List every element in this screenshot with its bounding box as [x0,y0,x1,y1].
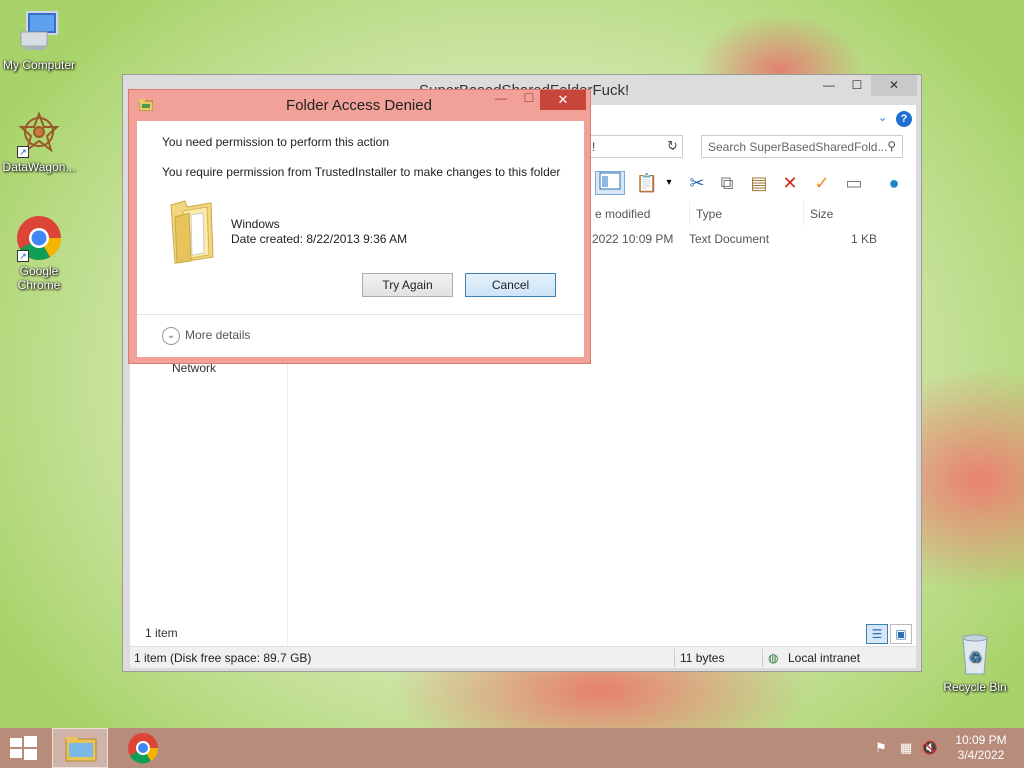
start-button[interactable] [8,734,38,762]
taskbar-clock[interactable]: 10:09 PM 3/4/2022 [944,733,1018,763]
chevron-down-icon[interactable]: ⌄ [162,327,180,345]
taskbar-file-explorer[interactable] [52,728,108,768]
cancel-button[interactable]: Cancel [465,273,556,297]
folder-access-denied-dialog[interactable]: Folder Access Denied — ☐ ✕ You need perm… [128,89,591,364]
dialog-close-button[interactable]: ✕ [540,90,586,110]
dialog-maximize-button[interactable]: ☐ [515,91,543,111]
dialog-message-secondary: You require permission from TrustedInsta… [162,165,561,179]
column-type[interactable]: Type [689,201,801,225]
desktop-icon-recycle-bin[interactable]: ♻ Recycle Bin [936,630,1014,694]
taskbar-chrome[interactable] [115,728,171,768]
search-placeholder: Search SuperBasedSharedFold... [708,140,888,154]
properties-icon[interactable]: 📋 [635,171,659,195]
status-separator [762,649,763,667]
dropdown-icon[interactable]: ▾ [657,171,681,195]
delete-icon[interactable]: ✕ [778,171,802,195]
shortcut-arrow-icon: ↗ [17,146,29,158]
svg-text:♻: ♻ [969,649,982,665]
taskbar: ⚑ ▦ 🔇 10:09 PM 3/4/2022 [0,728,1024,768]
dialog-divider [137,314,584,315]
dialog-body: You need permission to perform this acti… [137,121,584,357]
desktop-icon-label: Google Chrome [17,264,61,292]
rename-icon[interactable]: ▭ [842,171,866,195]
paste-icon[interactable]: ▤ [747,171,771,195]
row-type: Text Document [689,232,770,246]
action-center-flag-icon[interactable]: ⚑ [872,740,890,756]
desktop-icon-chrome[interactable]: ↗ Google Chrome [0,214,78,292]
status-disk-space: 1 item (Disk free space: 89.7 GB) [134,651,312,665]
minimize-button[interactable]: — [815,75,843,96]
computer-icon [15,8,63,56]
file-explorer-icon [65,737,97,762]
address-value: ! [592,140,596,154]
close-button[interactable]: ✕ [871,75,917,96]
clock-time: 10:09 PM [955,733,1007,747]
network-icon[interactable]: ▦ [897,740,915,756]
desktop-icon-label: My Computer [2,58,76,72]
check-icon[interactable]: ✓ [810,171,834,195]
help-icon[interactable]: ? [896,111,912,127]
preview-pane-icon[interactable] [595,171,625,195]
folder-name: Windows [231,217,280,231]
details-view-icon[interactable]: ☰ [866,624,888,644]
recycle-bin-icon: ♻ [951,630,999,678]
cut-icon[interactable]: ✂ [685,171,709,195]
globe-icon[interactable]: ● [882,171,906,195]
dialog-minimize-button[interactable]: — [487,91,515,111]
column-date-modified[interactable]: e modified [595,201,683,225]
volume-muted-icon[interactable]: 🔇 [921,740,939,756]
chrome-icon [128,733,159,764]
expand-ribbon-icon[interactable]: ⌄ [878,111,887,124]
folder-date-created: Date created: 8/22/2013 9:36 AM [231,232,408,246]
more-details-label: More details [185,328,251,343]
search-input[interactable]: Search SuperBasedSharedFold... ⚲ [701,135,903,158]
dialog-message-primary: You need permission to perform this acti… [162,135,390,149]
search-icon[interactable]: ⚲ [887,139,896,153]
windows-logo-icon [10,736,37,760]
datawagon-icon: ↗ [15,110,63,158]
network-zone-icon: ◍ [768,651,779,665]
clock-date: 3/4/2022 [957,748,1005,762]
maximize-button[interactable]: ☐ [843,75,871,96]
status-zone: Local intranet [788,651,861,665]
desktop-icon-label: Recycle Bin [943,680,1007,694]
desktop-icon-datawagon[interactable]: ↗ DataWagon... [0,110,78,174]
item-count: 1 item [145,626,178,640]
try-again-button[interactable]: Try Again [362,273,453,297]
status-bytes: 11 bytes [680,651,725,665]
desktop-icon-my-computer[interactable]: My Computer [0,8,78,72]
status-separator [674,649,675,667]
folder-icon [167,197,219,267]
large-icons-view-icon[interactable]: ▣ [890,624,912,644]
copy-icon[interactable]: ⧉ [715,171,739,195]
desktop-icon-label: DataWagon... [2,160,76,174]
status-bar: 1 item (Disk free space: 89.7 GB) 11 byt… [130,646,916,668]
shortcut-arrow-icon: ↗ [17,250,29,262]
column-size[interactable]: Size [803,201,883,225]
more-details-toggle[interactable]: ⌄ More details [162,327,250,345]
row-date-modified: 2022 10:09 PM [592,232,674,246]
row-size: 1 KB [851,232,878,246]
refresh-icon[interactable]: ↻ [667,138,678,154]
chrome-icon: ↗ [15,214,63,262]
